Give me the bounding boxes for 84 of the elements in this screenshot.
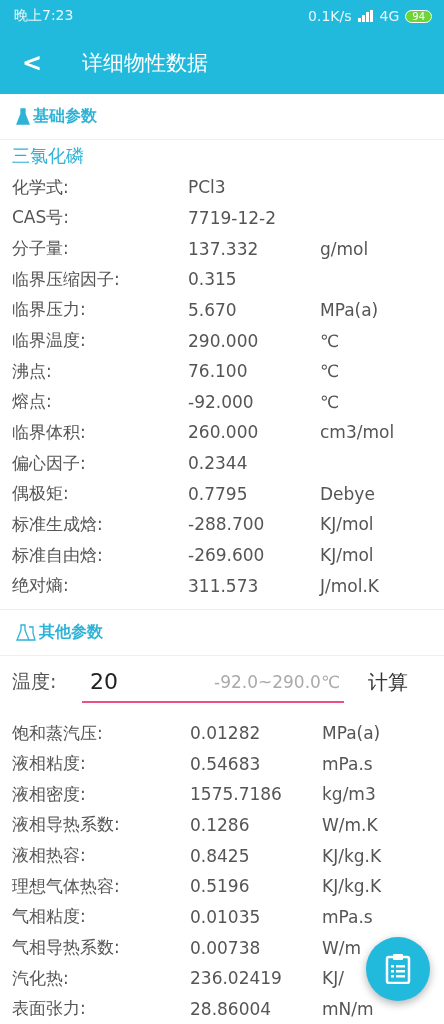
property-unit: J/mol.K	[320, 575, 379, 596]
property-unit: KJ/	[322, 968, 344, 989]
property-value: 7719-12-2	[188, 207, 276, 228]
property-unit: KJ/kg.K	[322, 845, 382, 866]
property-value: 311.573	[188, 575, 259, 596]
property-value: 260.000	[188, 422, 259, 443]
section-title: 其他参数	[39, 622, 103, 644]
status-time: 晚上7:23	[14, 7, 74, 26]
property-unit: MPa(a)	[322, 723, 381, 744]
property-label: CAS号:	[12, 206, 70, 230]
property-label: 临界压力:	[12, 298, 86, 322]
property-unit: mN/m	[322, 998, 374, 1019]
property-label: 临界温度:	[12, 329, 86, 352]
property-value: 0.7795	[188, 483, 248, 504]
property-label: 偶极矩:	[12, 482, 69, 506]
property-value: 0.1286	[190, 814, 250, 835]
property-unit: g/mol	[320, 238, 369, 259]
property-label: 气相导热系数:	[12, 936, 120, 959]
property-label: 汽化热:	[12, 966, 69, 990]
property-unit: mPa.s	[322, 753, 373, 774]
property-value: -92.000	[188, 391, 254, 412]
property-value: 0.315	[188, 269, 237, 290]
property-value: 0.2344	[188, 453, 248, 474]
property-unit: KJ/mol	[320, 545, 374, 565]
property-label: 分子量:	[12, 237, 69, 261]
property-value: 137.332	[188, 238, 259, 259]
network-speed: 0.1K/s	[308, 8, 352, 25]
property-label: 临界体积:	[12, 420, 86, 444]
property-label: 临界压缩因子:	[12, 267, 120, 291]
property-value: 0.01035	[190, 906, 261, 927]
property-unit: W/m.K	[322, 814, 378, 835]
property-label: 熔点:	[12, 390, 52, 414]
property-label: 液相导热系数:	[12, 813, 120, 837]
property-label: 液相热容:	[12, 844, 86, 868]
flask-icon	[16, 107, 30, 126]
section-title: 基础参数	[33, 106, 97, 128]
property-label: 偏心因子:	[12, 451, 86, 475]
property-value: 5.670	[188, 299, 237, 320]
signal-icon	[357, 10, 374, 23]
property-label: 液相粘度:	[12, 752, 86, 776]
property-unit: ℃	[320, 391, 340, 412]
clipboard-icon	[385, 954, 411, 984]
property-unit: cm3/mol	[320, 422, 395, 443]
property-unit: KJ/kg.K	[322, 876, 382, 897]
clipboard-button[interactable]	[366, 937, 430, 1001]
property-label: 化学式:	[12, 175, 69, 199]
property-value: 0.01282	[190, 723, 261, 744]
property-label: 液相密度:	[12, 782, 86, 806]
property-value: -288.700	[188, 514, 265, 535]
property-value: 0.54683	[190, 753, 261, 774]
property-unit: ℃	[320, 330, 340, 351]
calculate-button[interactable]: 计算	[362, 667, 414, 697]
flasks-icon	[16, 623, 36, 642]
property-unit: MPa(a)	[320, 299, 379, 320]
property-value: 236.02419	[190, 968, 282, 989]
property-unit: W/m	[322, 937, 362, 958]
property-value: 0.8425	[190, 845, 250, 866]
property-label: 标准自由焓:	[12, 543, 103, 567]
property-value: 0.00738	[190, 937, 261, 958]
page-title: 详细物性数据	[82, 50, 208, 78]
property-unit: Debye	[320, 483, 375, 504]
property-unit: ℃	[320, 361, 340, 382]
property-label: 绝对熵:	[12, 574, 69, 598]
property-label: 标准生成焓:	[12, 512, 103, 536]
property-value: 0.5196	[190, 876, 250, 897]
temperature-range: -92.0~290.0℃	[214, 672, 340, 692]
property-label: 表面张力:	[12, 997, 86, 1021]
property-unit: kg/m3	[322, 784, 376, 805]
property-label: 饱和蒸汽压:	[12, 721, 103, 745]
property-value: 76.100	[188, 361, 248, 382]
battery-indicator: 94	[405, 9, 432, 23]
property-label: 沸点:	[12, 359, 52, 383]
temperature-label: 温度:	[12, 669, 58, 694]
property-value: -269.600	[188, 545, 265, 565]
property-unit: KJ/mol	[320, 514, 374, 535]
property-value: 290.000	[188, 330, 259, 351]
property-unit: mPa.s	[322, 906, 373, 927]
property-value: 28.86004	[190, 998, 272, 1019]
compound-name: 三氯化磷	[11, 144, 85, 169]
property-label: 理想气体热容:	[12, 874, 120, 898]
property-value: PCl3	[188, 177, 226, 198]
network-type: 4G	[379, 8, 400, 25]
property-label: 气相粘度:	[12, 905, 86, 929]
property-value: 1575.7186	[190, 784, 282, 805]
